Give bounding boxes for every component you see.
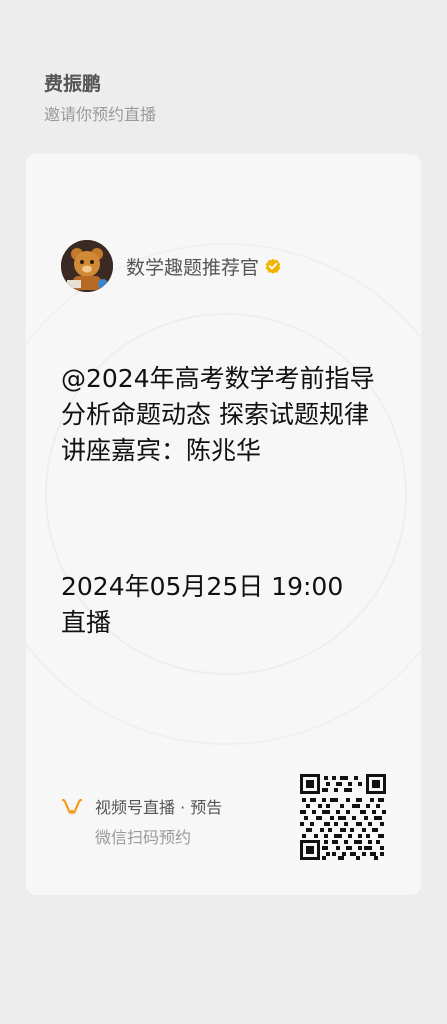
live-reservation-card[interactable]: 数学趣题推荐官 @2024年高考数学考前指导 分析命题动态 探索试题规律 讲座嘉… [26, 154, 421, 895]
live-schedule: 2024年05月25日 19:00 直播 [61, 569, 391, 641]
account-name[interactable]: 数学趣题推荐官 [126, 253, 259, 280]
live-status: 直播 [61, 608, 112, 637]
teddy-bear-avatar-icon [61, 240, 113, 292]
live-title: @2024年高考数学考前指导 分析命题动态 探索试题规律 讲座嘉宾：陈兆华 [61, 361, 391, 469]
scan-hint: 微信扫码预约 [95, 828, 192, 847]
inviter-header: 费振鹏 邀请你预约直播 [44, 70, 156, 126]
verified-badge-icon [265, 258, 281, 274]
channels-logo-icon [61, 798, 83, 814]
live-datetime: 2024年05月25日 19:00 [61, 572, 344, 601]
channel-label: 视频号直播 · 预告 [95, 798, 223, 817]
title-line-1: @2024年高考数学考前指导 [61, 364, 375, 393]
qr-code[interactable] [300, 774, 386, 860]
card-footer: 视频号直播 · 预告 微信扫码预约 [61, 794, 222, 848]
title-line-3: 讲座嘉宾：陈兆华 [61, 436, 262, 465]
title-line-2: 分析命题动态 探索试题规律 [61, 400, 369, 429]
inviter-subtitle: 邀请你预约直播 [44, 105, 157, 124]
account-row[interactable]: 数学趣题推荐官 [61, 240, 281, 292]
inviter-name: 费振鹏 [44, 73, 102, 95]
avatar[interactable] [61, 240, 113, 292]
